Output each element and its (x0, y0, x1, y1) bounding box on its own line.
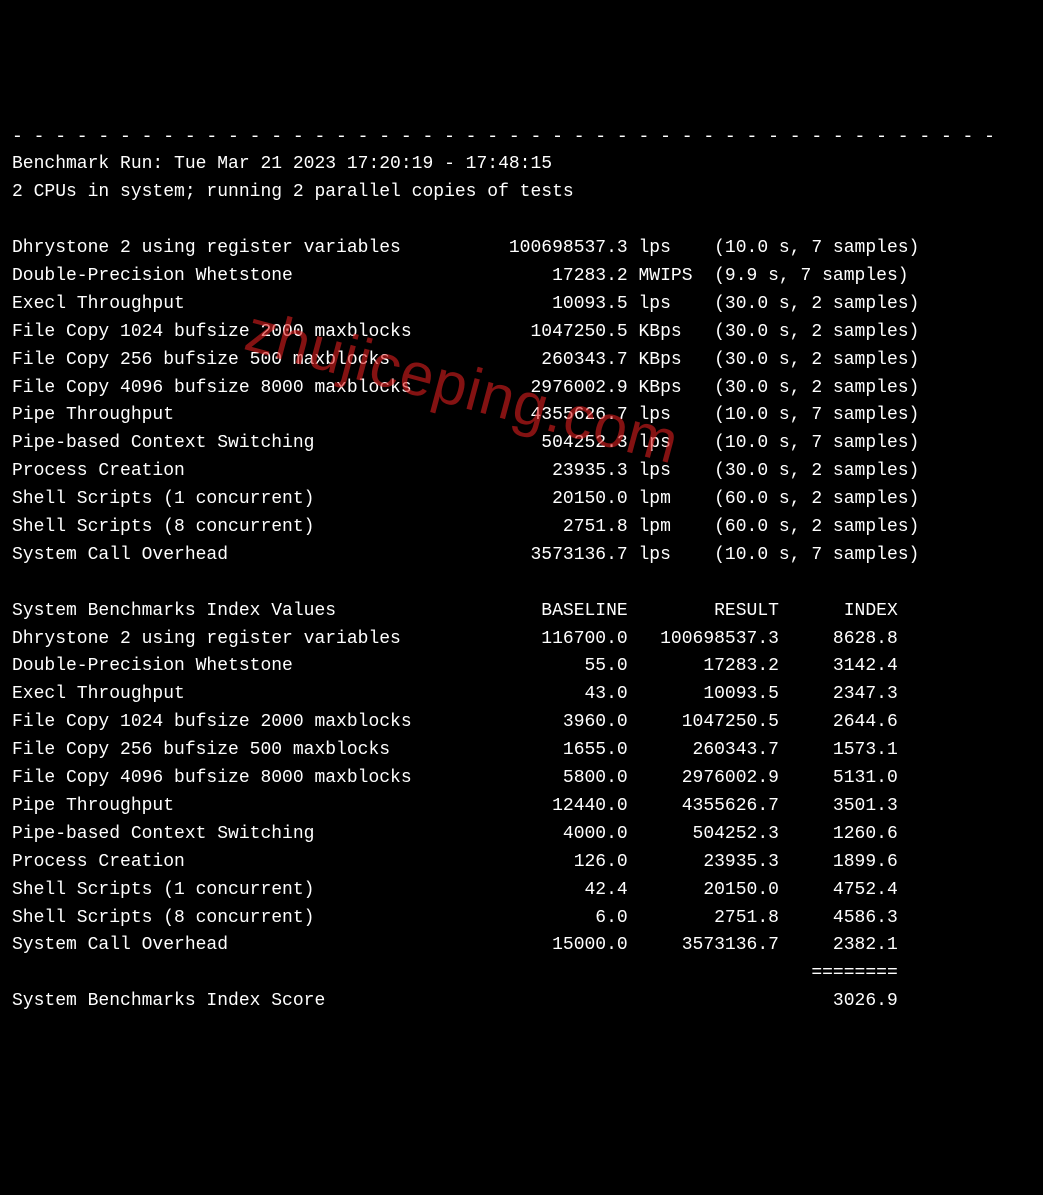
terminal-output: - - - - - - - - - - - - - - - - - - - - … (12, 124, 1031, 1017)
